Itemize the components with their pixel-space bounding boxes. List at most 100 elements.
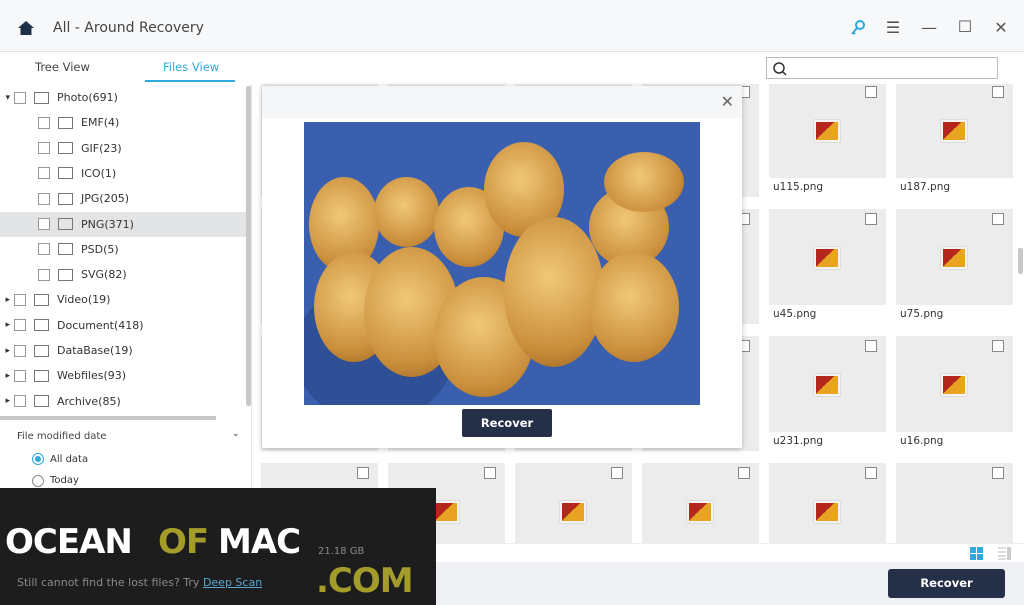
list-view-icon[interactable] [998,547,1011,560]
tab-files-view[interactable]: Files View [163,60,219,74]
checkbox[interactable] [865,86,877,98]
chevron-down-icon[interactable]: ▾ [0,93,14,103]
filter-option[interactable]: All data [32,453,88,465]
filter-option-label: All data [50,453,89,465]
checkbox[interactable] [38,218,50,230]
home-icon[interactable] [17,20,35,36]
file-tile[interactable] [515,463,632,543]
checkbox[interactable] [484,467,496,479]
image-file-icon [814,501,840,523]
tree-item[interactable]: ▸ DataBase(19) [0,338,246,363]
tree-item-label: Archive(85) [57,394,121,408]
grid-view-icon[interactable] [970,547,983,560]
menu-icon[interactable]: ☰ [883,18,903,38]
folder-icon [58,142,73,155]
checkbox[interactable] [38,243,50,256]
checkbox[interactable] [992,86,1004,98]
tree-item[interactable]: ▸ Webfiles(93) [0,363,246,388]
file-tile[interactable] [896,463,1013,543]
tab-tree-view[interactable]: Tree View [35,60,90,74]
radio[interactable] [32,474,44,487]
close-icon[interactable]: ✕ [991,18,1011,38]
file-name: u16.png [896,432,1013,451]
file-tile[interactable]: u187.png [896,84,1013,197]
tree-item[interactable]: ▾ Photo(691) [0,85,246,110]
photo-icon [34,91,49,104]
sidebar-h-scrollbar[interactable] [0,416,216,420]
checkbox[interactable] [38,192,50,205]
file-tile[interactable] [642,463,759,543]
tree-item[interactable]: ▸ Archive(85) [0,389,246,414]
checkbox[interactable] [14,319,26,332]
tree-item[interactable]: SVG(82) [0,262,246,287]
chevron-right-icon[interactable]: ▸ [0,371,14,381]
maximize-icon[interactable]: ☐ [955,17,975,37]
window-title: All - Around Recovery [53,20,204,36]
title-bar: All - Around Recovery ☰ — ☐ ✕ [0,0,1024,52]
image-file-icon [814,247,840,269]
checkbox[interactable] [992,213,1004,225]
checkbox[interactable] [38,116,50,129]
grid-scrollbar[interactable] [1018,248,1023,274]
file-name: u45.png [769,305,886,324]
close-icon[interactable]: ✕ [721,92,734,111]
checkbox[interactable] [38,142,50,155]
key-icon[interactable] [848,18,868,38]
tree-item-label: JPG(205) [81,192,129,206]
recover-button[interactable]: Recover [888,569,1005,598]
image-file-icon [941,374,967,396]
checkbox[interactable] [357,467,369,479]
image-file-icon [814,374,840,396]
checkbox[interactable] [611,467,623,479]
minimize-icon[interactable]: — [919,18,939,38]
watermark-of: OF [158,522,209,562]
tree-item-label: Webfiles(93) [57,369,127,383]
tree-item[interactable]: ICO(1) [0,161,246,186]
file-tile[interactable]: u16.png [896,336,1013,451]
chevron-right-icon[interactable]: ▸ [0,396,14,406]
dialog-recover-button[interactable]: Recover [462,409,552,437]
deep-scan-link[interactable]: Deep Scan [203,576,262,589]
checkbox[interactable] [992,340,1004,352]
checkbox[interactable] [38,167,50,180]
chevron-right-icon[interactable]: ▸ [0,320,14,330]
tree-item[interactable]: ▸ Video(19) [0,287,246,312]
watermark-com: .COM [316,561,414,601]
checkbox[interactable] [14,344,26,357]
checkbox[interactable] [865,213,877,225]
image-file-icon [687,501,713,523]
sidebar-scrollbar[interactable] [246,86,251,406]
checkbox[interactable] [14,395,26,408]
filter-option[interactable]: Today [32,474,79,487]
tree-item[interactable]: PSD(5) [0,237,246,262]
checkbox[interactable] [992,467,1004,479]
radio[interactable] [32,453,44,465]
chevron-right-icon[interactable]: ▸ [0,295,14,305]
file-tile[interactable]: u45.png [769,209,886,324]
size-text: 21.18 GB [318,546,365,557]
checkbox[interactable] [738,467,750,479]
tree-item[interactable]: ▸ Document(418) [0,313,246,338]
tree-item[interactable]: JPG(205) [0,186,246,211]
search-input[interactable] [766,57,998,79]
filter-option-label: Today [50,475,79,486]
file-tile[interactable]: u75.png [896,209,1013,324]
file-tile[interactable]: u115.png [769,84,886,197]
tree-item[interactable]: PNG(371) [0,211,246,237]
folder-icon [58,243,73,256]
file-tile[interactable]: u231.png [769,336,886,451]
search-icon [773,62,787,76]
image-file-icon [560,501,586,523]
file-name: u231.png [769,432,886,451]
file-tile[interactable] [769,463,886,543]
checkbox[interactable] [14,91,26,104]
tree-item[interactable]: EMF(4) [0,110,246,135]
checkbox[interactable] [865,467,877,479]
tree-item[interactable]: GIF(23) [0,136,246,161]
checkbox[interactable] [14,293,26,306]
checkbox[interactable] [14,369,26,382]
checkbox[interactable] [38,268,50,281]
checkbox[interactable] [865,340,877,352]
chevron-right-icon[interactable]: ▸ [0,346,14,356]
chevron-down-icon[interactable]: ⌄ [232,429,240,439]
